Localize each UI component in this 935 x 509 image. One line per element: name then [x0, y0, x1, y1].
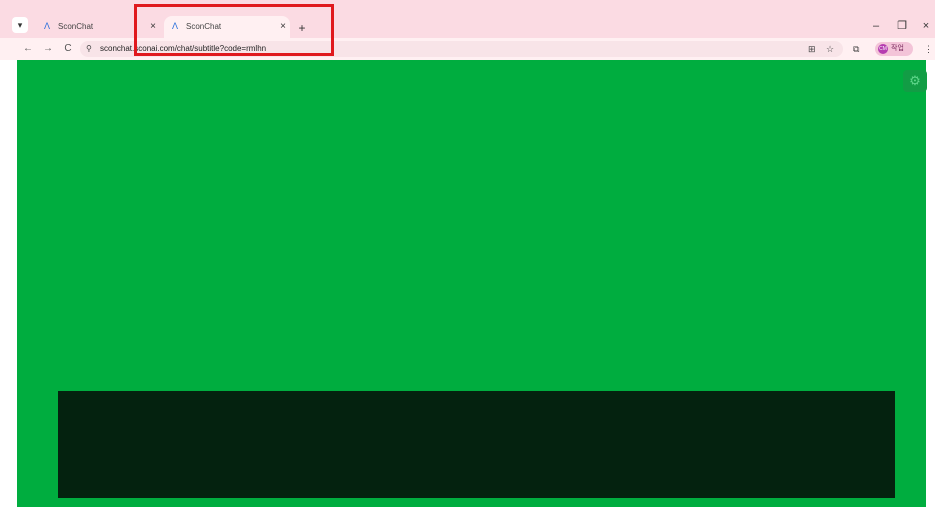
- browser-toolbar: ← → C ⚲ sconchat.sconai.com/chat/subtitl…: [0, 38, 935, 60]
- bookmark-star-icon[interactable]: ☆: [826, 41, 834, 57]
- back-icon[interactable]: ←: [20, 41, 36, 57]
- tab-strip: ▾ Λ SconChat × Λ SconChat × + – ❐ ×: [0, 0, 935, 38]
- avatar: CM: [878, 44, 888, 54]
- profile-button[interactable]: CM 작업: [875, 42, 913, 56]
- close-window-icon[interactable]: ×: [916, 18, 935, 34]
- address-bar[interactable]: ⚲ sconchat.sconai.com/chat/subtitle?code…: [80, 41, 843, 57]
- new-tab-button[interactable]: +: [294, 20, 310, 36]
- a-logo-icon: Λ: [43, 21, 50, 31]
- extensions-icon[interactable]: ⧉: [853, 41, 859, 57]
- subtitle-page: ⚙: [17, 60, 927, 507]
- browser-tab-1[interactable]: Λ SconChat ×: [36, 16, 160, 38]
- tab-title: SconChat: [186, 22, 222, 31]
- subtitle-display-area: [58, 391, 895, 498]
- tab-close-icon[interactable]: ×: [146, 20, 160, 34]
- profile-label: 작업: [891, 45, 904, 52]
- translate-icon[interactable]: ⊞: [808, 41, 816, 57]
- tab-close-icon[interactable]: ×: [276, 20, 290, 34]
- restore-icon[interactable]: ❐: [892, 18, 912, 34]
- site-info-icon[interactable]: ⚲: [86, 41, 92, 57]
- tab-search-dropdown-icon[interactable]: ▾: [12, 17, 28, 33]
- settings-gear-icon[interactable]: ⚙: [903, 70, 927, 92]
- url-text[interactable]: sconchat.sconai.com/chat/subtitle?code=r…: [100, 41, 266, 57]
- forward-icon[interactable]: →: [40, 41, 56, 57]
- reload-icon[interactable]: C: [60, 41, 76, 57]
- tab-title: SconChat: [58, 22, 94, 31]
- browser-menu-icon[interactable]: ⋮: [924, 41, 933, 57]
- a-logo-icon: Λ: [171, 21, 178, 31]
- minimize-icon[interactable]: –: [866, 18, 886, 34]
- browser-tab-2-active[interactable]: Λ SconChat ×: [164, 16, 290, 38]
